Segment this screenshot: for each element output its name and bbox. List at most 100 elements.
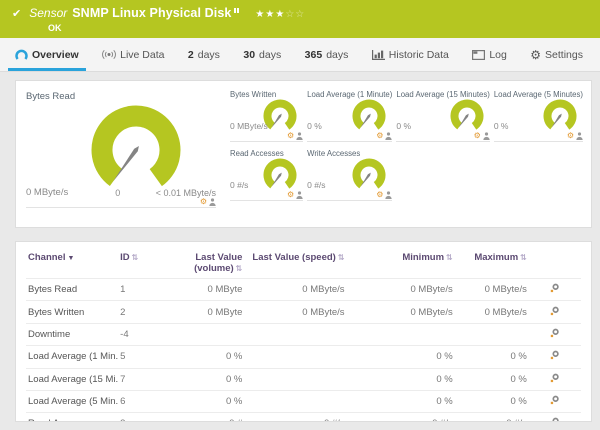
tab-label: Settings (545, 48, 583, 61)
tab-2-days[interactable]: 2 days (181, 38, 227, 71)
column-header-last-value-speed[interactable]: Last Value (speed) ⇅ (246, 246, 348, 279)
sort-icon: ⇅ (131, 253, 139, 262)
cell-speed (246, 322, 349, 346)
gear-icon: ⚙ (530, 47, 542, 62)
mini-gauge-value: 0 % (307, 121, 322, 131)
table-row: Bytes Read 1 0 MByte 0 MByte/s 0 MByte/s 0 MB… (26, 277, 581, 301)
main-gauge-value: 0 MByte/s (26, 187, 69, 198)
channel-gear-icon[interactable]: ⚙ (287, 131, 294, 140)
user-icon[interactable] (576, 132, 583, 140)
cell-min: 0 #/s (348, 412, 457, 421)
column-header-channel[interactable]: Channel ▼ (26, 246, 118, 279)
mini-gauge (348, 99, 390, 136)
channel-edit-icon[interactable] (550, 350, 560, 363)
channel-gear-icon[interactable]: ⚙ (200, 197, 207, 206)
channel-gear-icon[interactable]: ⚙ (474, 131, 481, 140)
cell-volume (164, 322, 247, 346)
sensor-header: ✔ Sensor SNMP Linux Physical Disk ★★★☆☆ … (0, 0, 600, 38)
cell-min: 0 % (348, 345, 457, 368)
user-icon[interactable] (483, 132, 490, 140)
channel-gear-icon[interactable]: ⚙ (287, 190, 294, 199)
mini-gauge (539, 99, 581, 136)
user-icon[interactable] (296, 132, 303, 140)
tab-label: days (259, 48, 282, 61)
cell-max: 0 #/s (456, 412, 531, 421)
channel-gear-icon[interactable]: ⚙ (567, 131, 574, 140)
cell-max: 0 MByte/s (456, 277, 531, 301)
mini-gauge-card: Read Accesses 0 #/s ⚙ (230, 149, 304, 201)
cell-speed: 0 #/s (246, 412, 349, 421)
column-header-maximum[interactable]: Maximum ⇅ (457, 246, 531, 279)
channel-table-panel: Channel ▼ ID ⇅ Last Value (volume) ⇅ Last Valu… (15, 241, 592, 422)
tab-settings[interactable]: ⚙ Settings (523, 38, 590, 71)
column-header-actions (531, 246, 581, 279)
channel-gear-icon[interactable]: ⚙ (376, 190, 383, 199)
channel-edit-icon[interactable] (550, 395, 560, 408)
user-icon[interactable] (209, 198, 216, 206)
mini-gauge (348, 158, 390, 195)
cell-id: 1 (118, 277, 165, 301)
channel-gear-icon[interactable]: ⚙ (376, 131, 383, 140)
cell-id: 7 (118, 367, 165, 391)
cell-speed: 0 MByte/s (246, 277, 349, 301)
column-header-minimum[interactable]: Minimum ⇅ (349, 246, 457, 279)
tab-log[interactable]: Log (465, 38, 514, 71)
cell-max: 0 % (456, 389, 531, 413)
cell-channel: Read Accesses (26, 412, 119, 421)
channel-edit-icon[interactable] (550, 373, 560, 386)
tab-label: Log (489, 48, 507, 61)
tab-365-days[interactable]: 365 days (298, 38, 356, 71)
gauges-panel: Bytes Read 0 MByte/s 0 < 0.01 MByte/s ⚙ … (15, 80, 592, 228)
priority-stars[interactable]: ★★★☆☆ (255, 8, 305, 22)
column-header-last-value-volume[interactable]: Last Value (volume) ⇅ (164, 246, 246, 279)
user-icon[interactable] (296, 191, 303, 199)
cell-volume: 0 % (164, 345, 247, 368)
tab-label: Live Data (120, 48, 165, 61)
column-header-id[interactable]: ID ⇅ (118, 246, 164, 279)
cell-max: 0 % (456, 367, 531, 391)
cell-channel: Load Average (5 Min... (26, 389, 119, 413)
tab-live-data[interactable]: Live Data (95, 38, 171, 71)
user-icon[interactable] (385, 191, 392, 199)
channel-edit-icon[interactable] (550, 417, 560, 421)
mini-gauge (446, 99, 488, 136)
cell-id: -4 (118, 322, 165, 346)
channel-table-header: Channel ▼ ID ⇅ Last Value (volume) ⇅ Last Valu… (26, 246, 581, 279)
tab-label: days (197, 48, 220, 61)
cell-volume: 0 % (164, 389, 247, 413)
tab-30-days[interactable]: 30 days (236, 38, 288, 71)
content-area: Bytes Read 0 MByte/s 0 < 0.01 MByte/s ⚙ … (0, 72, 600, 430)
channel-edit-icon[interactable] (550, 306, 560, 319)
channel-edit-icon[interactable] (550, 328, 560, 341)
tab-bar: Overview Live Data 2 days 30 days 365 days Histo… (0, 38, 600, 72)
channel-table-body: Bytes Read 1 0 MByte 0 MByte/s 0 MByte/s 0 MB… (26, 277, 581, 421)
table-row: Load Average (1 Min... 5 0 % 0 % 0 % (26, 345, 581, 368)
status-check-icon: ✔ (12, 8, 22, 20)
mini-gauge (259, 158, 301, 195)
user-icon[interactable] (385, 132, 392, 140)
tab-number: 365 (304, 48, 323, 61)
mini-gauge-title: Bytes Written (230, 90, 277, 99)
tab-overview[interactable]: Overview (8, 38, 86, 71)
table-row: Downtime -4 (26, 322, 581, 346)
mini-gauge-title: Load Average (5 Minutes) (493, 90, 583, 99)
cell-max: 0 MByte/s (456, 300, 531, 324)
mini-gauge-title: Read Accesses (230, 149, 284, 158)
channel-edit-icon[interactable] (550, 283, 560, 296)
tab-label: Overview (32, 48, 79, 61)
mini-gauge-card: Load Average (1 Minute) 0 % ⚙ (307, 90, 393, 142)
cell-volume: 0 % (164, 367, 247, 391)
status-badge: OK (48, 23, 62, 33)
mini-gauge-value: 0 #/s (230, 180, 249, 190)
cell-speed (246, 389, 349, 413)
mini-gauge-card: Load Average (15 Minutes) 0 % ⚙ (396, 90, 490, 142)
tab-historic-data[interactable]: Historic Data (365, 38, 456, 71)
tab-label: days (326, 48, 349, 61)
table-row: Load Average (5 Min... 6 0 % 0 % 0 % (26, 389, 581, 413)
table-row: Read Accesses30 #0 #/s0 #/s0 #/s (26, 412, 581, 421)
log-icon (472, 49, 486, 60)
cell-id: 6 (118, 389, 165, 413)
sort-icon: ⇅ (235, 264, 243, 273)
mini-gauge-value: 0 #/s (307, 180, 326, 190)
mini-gauge-value: 0 % (396, 121, 412, 131)
